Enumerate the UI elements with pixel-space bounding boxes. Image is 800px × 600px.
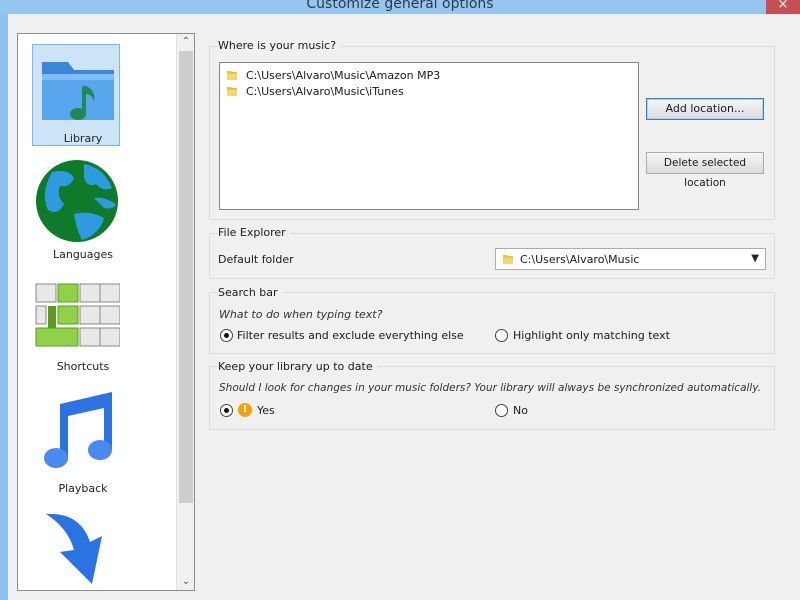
globe-icon <box>36 160 118 242</box>
down-arrow-icon <box>46 513 102 584</box>
search-bar-group <box>209 292 775 354</box>
scroll-thumb[interactable] <box>179 51 193 503</box>
category-sidebar: Library Languages Shortcuts Playback ⌃ ⌄ <box>17 33 195 591</box>
sync-yes-radio[interactable] <box>220 404 233 417</box>
title-bar: Customize general options × <box>0 0 800 14</box>
list-item[interactable]: C:\Users\Alvaro\Music\Amazon MP3 <box>226 67 440 83</box>
search-question: What to do when typing text? <box>219 308 383 321</box>
delete-location-button[interactable]: Delete selected location <box>646 152 764 189</box>
sidebar-item-languages[interactable]: Languages <box>30 158 136 262</box>
sync-yes-label[interactable]: Yes <box>257 404 275 417</box>
highlight-matching-radio[interactable] <box>495 329 508 342</box>
music-note-icon <box>44 392 112 468</box>
sidebar-scrollbar[interactable]: ⌃ ⌄ <box>176 34 194 590</box>
default-folder-value: C:\Users\Alvaro\Music <box>520 252 640 266</box>
scroll-down-arrow-icon[interactable]: ⌄ <box>177 574 194 590</box>
sidebar-item-playback[interactable]: Playback <box>30 388 136 495</box>
list-item-label: C:\Users\Alvaro\Music\iTunes <box>246 84 404 98</box>
list-item-label: C:\Users\Alvaro\Music\Amazon MP3 <box>246 68 441 82</box>
library-sync-group <box>209 366 775 430</box>
group-title: Search bar <box>218 286 282 299</box>
list-item[interactable]: C:\Users\Alvaro\Music\iTunes <box>226 83 404 99</box>
group-title: Keep your library up to date <box>218 360 377 373</box>
sync-no-radio[interactable] <box>495 404 508 417</box>
sidebar-item-next[interactable] <box>30 506 136 590</box>
sidebar-item-label: Library <box>63 132 103 145</box>
default-folder-label: Default folder <box>218 253 294 266</box>
folder-icon <box>226 85 238 97</box>
sync-no-label[interactable]: No <box>513 404 528 417</box>
highlight-matching-label[interactable]: Highlight only matching text <box>513 329 670 342</box>
music-locations-list[interactable]: C:\Users\Alvaro\Music\Amazon MP3 C:\User… <box>219 62 639 210</box>
sidebar-item-shortcuts[interactable]: Shortcuts <box>30 280 136 380</box>
sidebar-item-label: Playback <box>58 482 108 495</box>
keyboard-keys-icon <box>35 283 120 347</box>
sidebar-item-label: Languages <box>52 248 114 261</box>
add-location-button[interactable]: Add location... <box>646 98 764 120</box>
sync-question: Should I look for changes in your music … <box>219 382 762 394</box>
filter-results-label[interactable]: Filter results and exclude everything el… <box>237 329 464 342</box>
default-folder-select[interactable]: C:\Users\Alvaro\Music ▼ <box>495 248 766 270</box>
window-title: Customize general options <box>306 0 494 12</box>
dropdown-arrow-icon[interactable]: ▼ <box>751 253 759 264</box>
music-folder-icon <box>42 62 114 120</box>
folder-icon <box>226 69 238 81</box>
group-title: File Explorer <box>218 226 290 239</box>
window-border <box>0 14 8 600</box>
scroll-up-arrow-icon[interactable]: ⌃ <box>177 34 194 50</box>
sidebar-item-library[interactable]: Library <box>30 44 136 148</box>
sidebar-item-label: Shortcuts <box>56 360 110 373</box>
close-button[interactable]: × <box>766 0 800 14</box>
group-title: Where is your music? <box>218 39 341 52</box>
filter-results-radio[interactable] <box>220 329 233 342</box>
warning-icon: ! <box>238 403 252 417</box>
folder-icon <box>502 253 514 265</box>
